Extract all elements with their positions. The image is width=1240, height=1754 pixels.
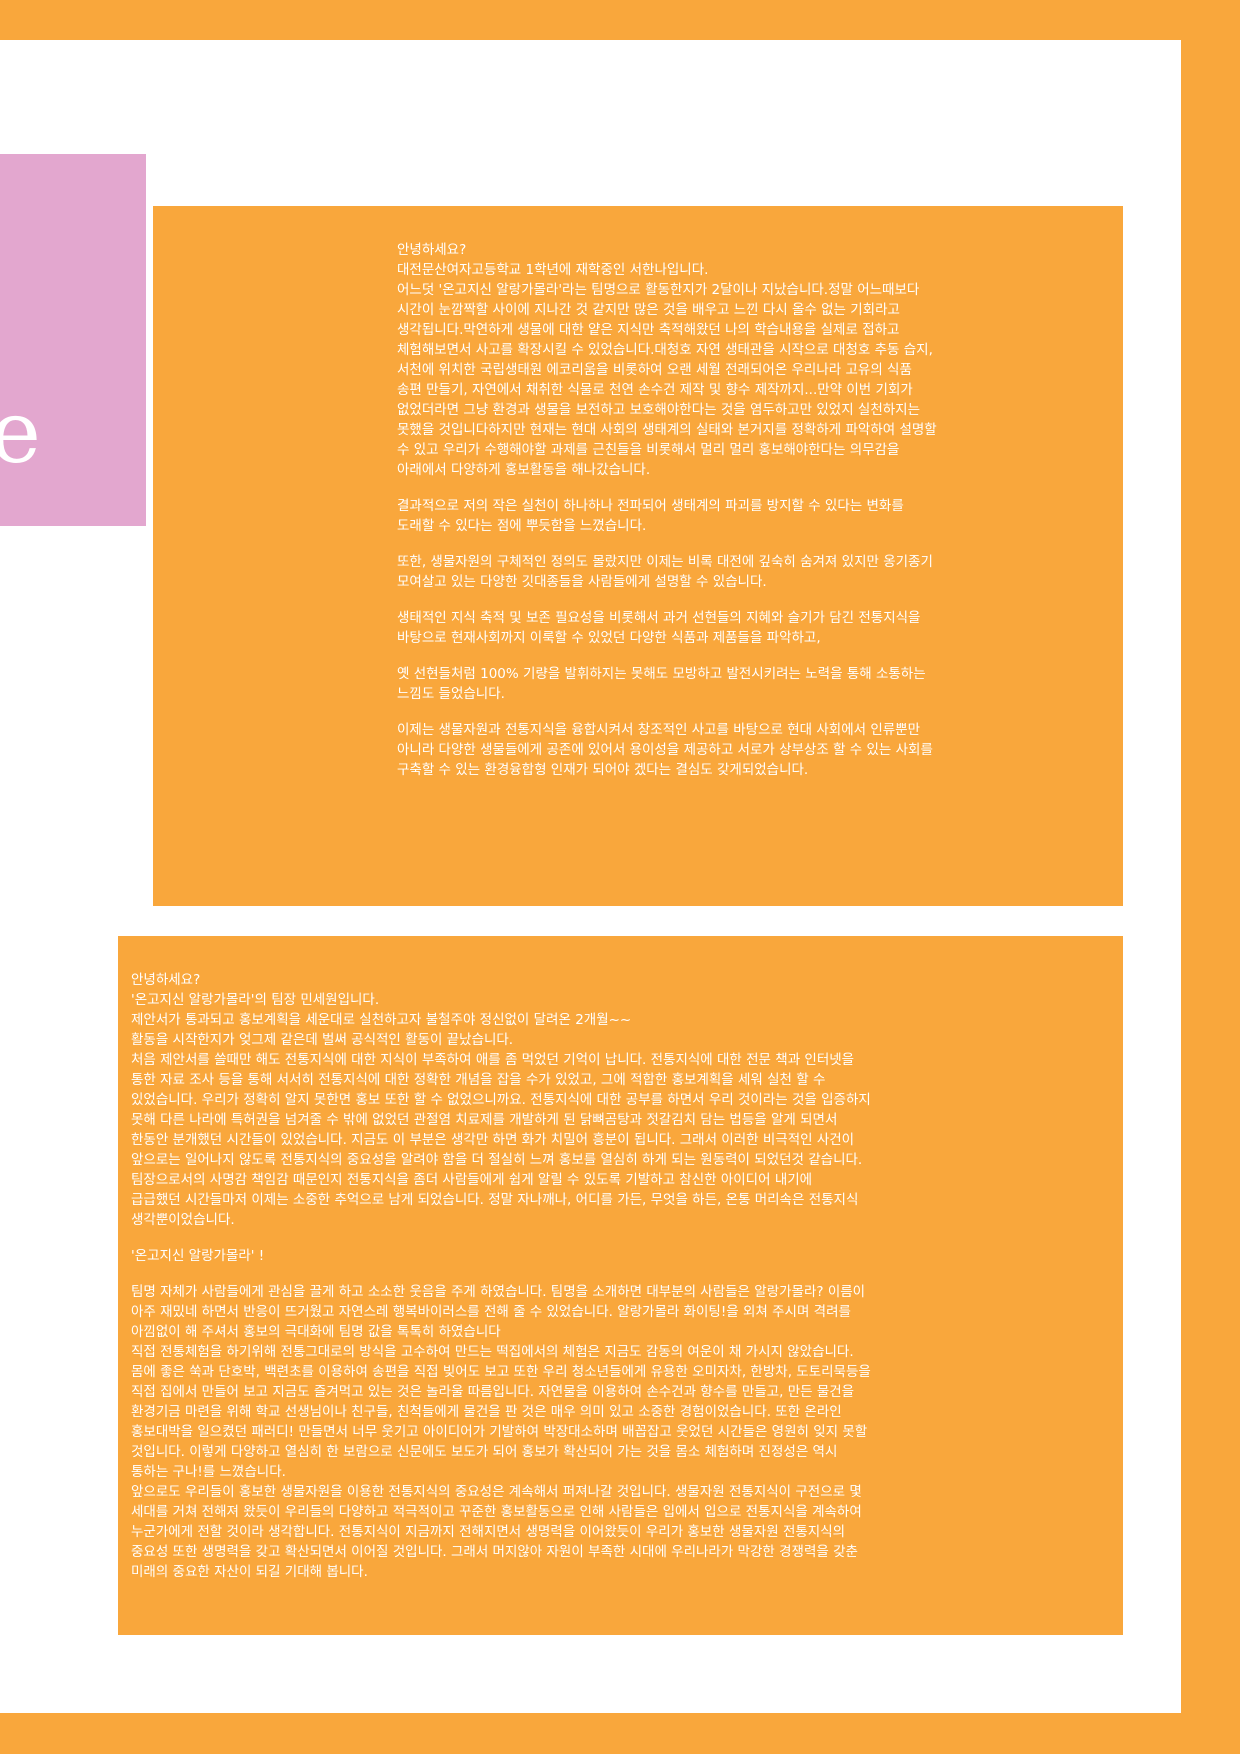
text-line: 바탕으로 현재사회까지 이룩할 수 있었던 다양한 식품과 제품들을 파악하고, xyxy=(397,630,821,646)
text-line: 아주 재밌네 하면서 반응이 뜨거웠고 자연스레 행복바이러스를 전해 줄 수 … xyxy=(131,1304,851,1320)
text-line: 안녕하세요? xyxy=(397,242,467,258)
text-line: 누군가에게 전할 것이라 생각합니다. 전통지식이 지금까지 전해지면서 생명력… xyxy=(131,1524,846,1540)
decorative-letter: e xyxy=(0,383,41,483)
pink-decoration-block: e xyxy=(0,154,146,526)
text-line: 몸에 좋은 쑥과 단호박, 백련초를 이용하여 송편을 직접 빚어도 보고 또한… xyxy=(131,1364,871,1380)
text-line: 아낌없이 해 주셔서 홍보의 극대화에 팀명 값을 톡톡히 하였습니다 xyxy=(131,1324,501,1340)
text-line: 또한, 생물자원의 구체적인 정의도 몰랐지만 이제는 비록 대전에 깊숙히 숨… xyxy=(397,554,933,570)
text-line: 홍보대박을 일으켰던 패러디! 만들면서 너무 웃기고 아이디어가 기발하여 박… xyxy=(131,1424,868,1440)
text-line: 시간이 눈깜짝할 사이에 지나간 것 같지만 많은 것을 배우고 느낀 다시 올… xyxy=(397,302,900,318)
letter-paragraph: 안녕하세요? 대전문산여자고등학교 1학년에 재학중인 서한나입니다. 어느덧 '… xyxy=(397,240,1095,480)
letter-paragraph: 옛 선현들처럼 100% 기량을 발휘하지는 못해도 모방하고 발전시키려는 노… xyxy=(397,664,1095,704)
letter-body-bottom: 안녕하세요? '온고지신 알랑가몰라'의 팀장 민세원입니다. 제안서가 통과되고 … xyxy=(131,970,1083,1582)
text-line: 어느덧 '온고지신 알랑가몰라'라는 팀명으로 활동한지가 2달이나 지났습니다… xyxy=(397,282,920,298)
text-line: 앞으로도 우리들이 홍보한 생물자원을 이용한 전통지식의 중요성은 계속해서 … xyxy=(131,1484,862,1500)
letter-panel-bottom: 안녕하세요? '온고지신 알랑가몰라'의 팀장 민세원입니다. 제안서가 통과되고 … xyxy=(118,936,1123,1635)
text-line: 구축할 수 있는 환경융합형 인재가 되어야 겠다는 결심도 갖게되었습니다. xyxy=(397,762,809,778)
text-line: 중요성 또한 생명력을 갖고 확산되면서 이어질 것입니다. 그래서 머지않아 … xyxy=(131,1544,858,1560)
text-line: 한동안 분개했던 시간들이 있었습니다. 지금도 이 부분은 생각만 하면 화가… xyxy=(131,1132,855,1148)
letter-paragraph: 생태적인 지식 축적 및 보존 필요성을 비롯해서 과거 선현들의 지혜와 슬기… xyxy=(397,608,1095,648)
text-line: 이제는 생물자원과 전통지식을 융합시켜서 창조적인 사고를 바탕으로 현대 사… xyxy=(397,722,921,738)
text-line: 느낌도 들었습니다. xyxy=(397,686,505,702)
text-line: '온고지신 알랑가몰라'의 팀장 민세원입니다. xyxy=(131,992,380,1008)
text-line: 서천에 위치한 국립생태원 에코리움을 비롯하여 오랜 세월 전래되어온 우리나… xyxy=(397,362,912,378)
text-line: 생태적인 지식 축적 및 보존 필요성을 비롯해서 과거 선현들의 지혜와 슬기… xyxy=(397,610,921,626)
letter-paragraph: 이제는 생물자원과 전통지식을 융합시켜서 창조적인 사고를 바탕으로 현대 사… xyxy=(397,720,1095,780)
text-line: 급급했던 시간들마저 이제는 소중한 추억으로 남게 되었습니다. 정말 자나깨… xyxy=(131,1192,859,1208)
text-line: 직접 전통체험을 하기위해 전통그대로의 방식을 고수하여 만드는 떡집에서의 … xyxy=(131,1344,854,1360)
text-line: 송편 만들기, 자연에서 채취한 식물로 천연 손수건 제작 및 향수 제작까지… xyxy=(397,382,913,398)
text-line: 수 있고 우리가 수행해야할 과제를 근친들을 비롯해서 멀리 멀리 홍보해야한… xyxy=(397,442,900,458)
letter-paragraph: 또한, 생물자원의 구체적인 정의도 몰랐지만 이제는 비록 대전에 깊숙히 숨… xyxy=(397,552,1095,592)
text-line: 안녕하세요? xyxy=(131,972,201,988)
text-line: 앞으로는 일어나지 않도록 전통지식의 중요성을 알려야 함을 더 절실히 느껴… xyxy=(131,1152,863,1168)
text-line: 아래에서 다양하게 홍보활동을 해나갔습니다. xyxy=(397,462,651,478)
text-line: 있었습니다. 우리가 정확히 알지 못한면 홍보 또한 할 수 없었으니까요. … xyxy=(131,1092,871,1108)
text-line: 것입니다. 이렇게 다양하고 열심히 한 보람으로 신문에도 보도가 되어 홍보… xyxy=(131,1444,838,1460)
letter-paragraph: 결과적으로 저의 작은 실천이 하나하나 전파되어 생태계의 파괴를 방지할 수… xyxy=(397,496,1095,536)
text-line: 팀명 자체가 사람들에게 관심을 끌게 하고 소소한 웃음을 주게 하였습니다.… xyxy=(131,1284,866,1300)
text-line: 직접 집에서 만들어 보고 지금도 즐겨먹고 있는 것은 놀라울 따름입니다. … xyxy=(131,1384,855,1400)
text-line: '온고지신 알랑가몰라' ! xyxy=(131,1248,265,1264)
text-line: 없었더라면 그냥 환경과 생물을 보전하고 보호해야한다는 것을 염두하고만 있… xyxy=(397,402,921,418)
text-line: 세대를 거쳐 전해져 왔듯이 우리들의 다양하고 적극적이고 꾸준한 홍보활동으… xyxy=(131,1504,862,1520)
text-line: 못했을 것입니다하지만 현재는 현대 사회의 생태계의 실태와 본거지를 정확하… xyxy=(397,422,937,438)
text-line: 대전문산여자고등학교 1학년에 재학중인 서한나입니다. xyxy=(397,262,709,278)
text-line: 제안서가 통과되고 홍보계획을 세운대로 실천하고자 불철주야 정신없이 달려온… xyxy=(131,1012,632,1028)
text-line: 활동을 시작한지가 엊그제 같은데 벌써 공식적인 활동이 끝났습니다. xyxy=(131,1032,514,1048)
text-line: 환경기금 마련을 위해 학교 선생님이나 친구들, 친척들에게 물건을 판 것은… xyxy=(131,1404,842,1420)
text-line: 통한 자료 조사 등을 통해 서서히 전통지식에 대한 정확한 개념을 잡을 수… xyxy=(131,1072,826,1088)
text-line: 팀장으로서의 사명감 책임감 때문인지 전통지식을 좀더 사람들에게 쉽게 알릴… xyxy=(131,1172,813,1188)
text-line: 미래의 중요한 자산이 되길 기대해 봅니다. xyxy=(131,1564,368,1580)
text-line: 아니라 다양한 생물들에게 공존에 있어서 용이성을 제공하고 서로가 상부상조… xyxy=(397,742,933,758)
text-line: 도래할 수 있다는 점에 뿌듯함을 느꼈습니다. xyxy=(397,518,647,534)
letter-body-top: 안녕하세요? 대전문산여자고등학교 1학년에 재학중인 서한나입니다. 어느덧 '… xyxy=(397,240,1095,780)
text-line: 생각뿐이었습니다. xyxy=(131,1212,235,1228)
text-line: 생각됩니다.막연하게 생물에 대한 얕은 지식만 축적해왔던 나의 학습내용을 … xyxy=(397,322,900,338)
letter-panel-top: 안녕하세요? 대전문산여자고등학교 1학년에 재학중인 서한나입니다. 어느덧 '… xyxy=(153,206,1123,906)
text-line: 옛 선현들처럼 100% 기량을 발휘하지는 못해도 모방하고 발전시키려는 노… xyxy=(397,666,926,682)
text-line: 처음 제안서를 쓸때만 해도 전통지식에 대한 지식이 부족하여 애를 좀 먹었… xyxy=(131,1052,855,1068)
text-line: 통하는 구나!를 느꼈습니다. xyxy=(131,1464,286,1480)
letter-paragraph: 팀명 자체가 사람들에게 관심을 끌게 하고 소소한 웃음을 주게 하였습니다.… xyxy=(131,1282,1083,1582)
text-line: 모여살고 있는 다양한 깃대종들을 사람들에게 설명할 수 있습니다. xyxy=(397,574,767,590)
text-line: 결과적으로 저의 작은 실천이 하나하나 전파되어 생태계의 파괴를 방지할 수… xyxy=(397,498,904,514)
text-line: 못해 다른 나라에 특허권을 넘겨줄 수 밖에 없었던 관절염 치료제를 개발하… xyxy=(131,1112,838,1128)
text-line: 체험해보면서 사고를 확장시킬 수 있었습니다.대청호 자연 생태관을 시작으로… xyxy=(397,342,933,358)
letter-paragraph: 안녕하세요? '온고지신 알랑가몰라'의 팀장 민세원입니다. 제안서가 통과되고 … xyxy=(131,970,1083,1230)
letter-paragraph: '온고지신 알랑가몰라' ! xyxy=(131,1246,1083,1266)
